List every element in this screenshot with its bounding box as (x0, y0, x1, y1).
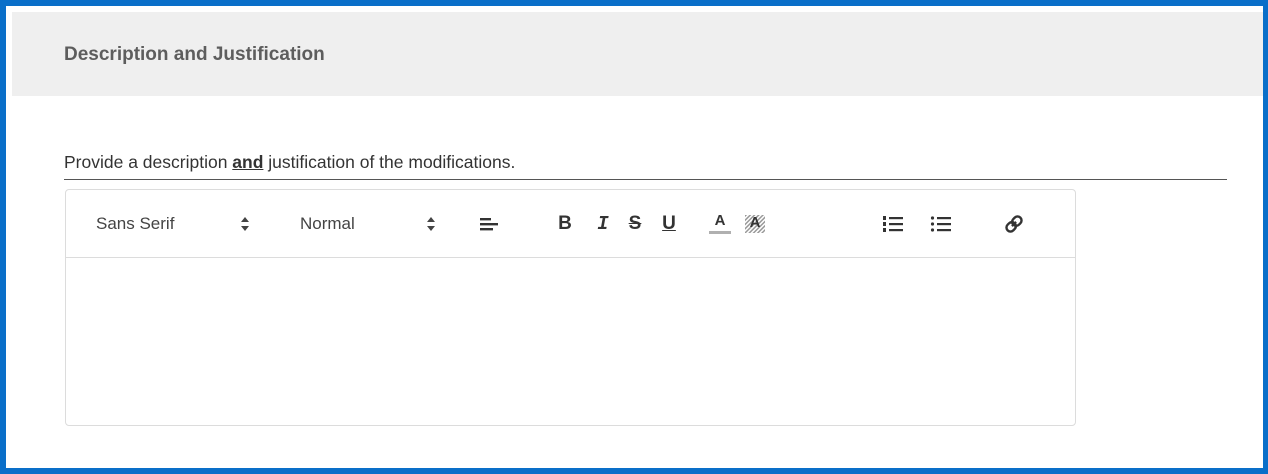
align-button[interactable] (478, 212, 500, 236)
prompt-text-after: justification of the modifications. (263, 152, 516, 172)
link-icon (1003, 215, 1025, 240)
chevron-updown-icon (426, 212, 436, 236)
text-color-letter: A (714, 212, 726, 229)
rich-text-editor: Sans Serif Normal B I S U A A (65, 189, 1076, 426)
editor-toolbar: Sans Serif Normal B I S U A A (66, 190, 1075, 258)
editor-content-area[interactable] (66, 258, 1075, 425)
section-title: Description and Justification (64, 44, 325, 65)
form-panel: Description and Justification Provide a … (0, 0, 1268, 474)
underline-button[interactable]: U (659, 212, 679, 236)
field-prompt: Provide a description and justification … (64, 152, 515, 173)
size-picker[interactable]: Normal (300, 212, 440, 236)
chevron-updown-icon (240, 212, 250, 236)
strike-button[interactable]: S (625, 212, 645, 236)
align-left-icon (478, 218, 500, 240)
bold-button[interactable]: B (555, 212, 575, 236)
bullet-list-icon (930, 216, 952, 240)
link-button[interactable] (1003, 212, 1025, 236)
prompt-text-before: Provide a description (64, 152, 233, 172)
background-color-letter: A (749, 214, 761, 231)
bullet-list-button[interactable] (930, 212, 952, 236)
text-color-button[interactable]: A (708, 212, 732, 236)
prompt-emphasis: and (232, 152, 264, 172)
text-color-icon (709, 231, 731, 234)
ordered-list-icon (882, 216, 904, 240)
background-color-button[interactable]: A (743, 212, 767, 236)
prompt-divider (64, 179, 1227, 180)
section-header: Description and Justification (12, 12, 1263, 96)
font-picker-label: Sans Serif (96, 214, 175, 233)
size-picker-label: Normal (300, 214, 355, 233)
font-picker[interactable]: Sans Serif (96, 212, 256, 236)
italic-button[interactable]: I (593, 212, 613, 236)
ordered-list-button[interactable] (882, 212, 904, 236)
